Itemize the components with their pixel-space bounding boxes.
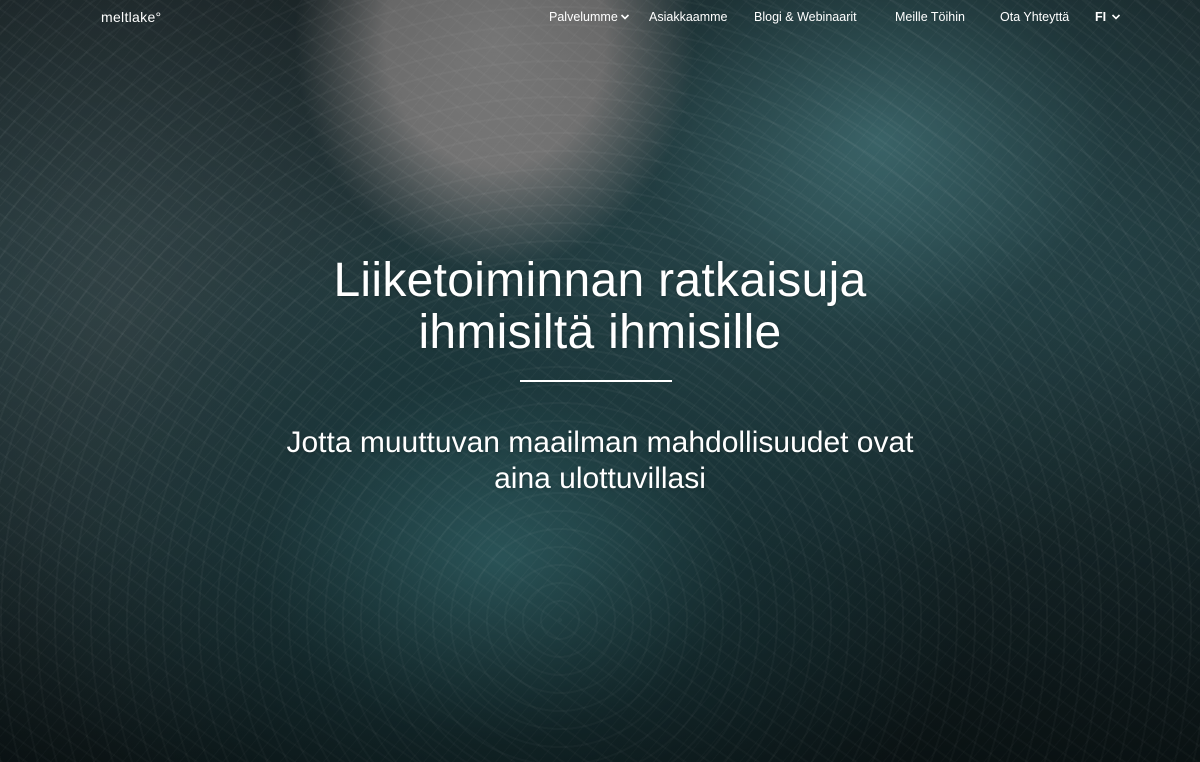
language-label: FI [1095, 10, 1107, 24]
nav-item-meille-toihin[interactable]: Meille Töihin [895, 10, 965, 24]
main-nav: Palvelumme Asiakkaamme Blogi & Webinaari… [0, 10, 1200, 26]
nav-item-ota-yhteytta[interactable]: Ota Yhteyttä [1000, 10, 1069, 24]
headline-divider [520, 380, 672, 382]
hero-headline: Liiketoiminnan ratkaisuja ihmisiltä ihmi… [0, 255, 1200, 359]
nav-item-label: Palvelumme [549, 10, 618, 24]
language-selector[interactable]: FI [1095, 10, 1121, 24]
subheadline-line-2: aina ulottuvillasi [494, 462, 706, 495]
site-header: meltlake° Palvelumme Asiakkaamme Blogi &… [0, 0, 1200, 36]
headline-line-1: Liiketoiminnan ratkaisuja [333, 254, 867, 307]
nav-item-palvelumme[interactable]: Palvelumme [549, 10, 630, 24]
nav-item-asiakkaamme[interactable]: Asiakkaamme [649, 10, 728, 24]
hero-section: meltlake° Palvelumme Asiakkaamme Blogi &… [0, 0, 1200, 762]
hero-subheadline: Jotta muuttuvan maailman mahdollisuudet … [0, 425, 1200, 497]
chevron-down-icon [1112, 14, 1121, 20]
subheadline-line-1: Jotta muuttuvan maailman mahdollisuudet … [286, 426, 914, 459]
nav-item-blogi-webinaarit[interactable]: Blogi & Webinaarit [754, 10, 857, 24]
nav-item-label: Ota Yhteyttä [1000, 10, 1070, 24]
nav-item-label: Meille Töihin [895, 10, 965, 24]
chevron-down-icon [620, 14, 629, 20]
nav-item-label: Asiakkaamme [649, 10, 728, 24]
nav-item-label: Blogi & Webinaarit [754, 10, 857, 24]
headline-line-2: ihmisiltä ihmisille [418, 306, 782, 359]
